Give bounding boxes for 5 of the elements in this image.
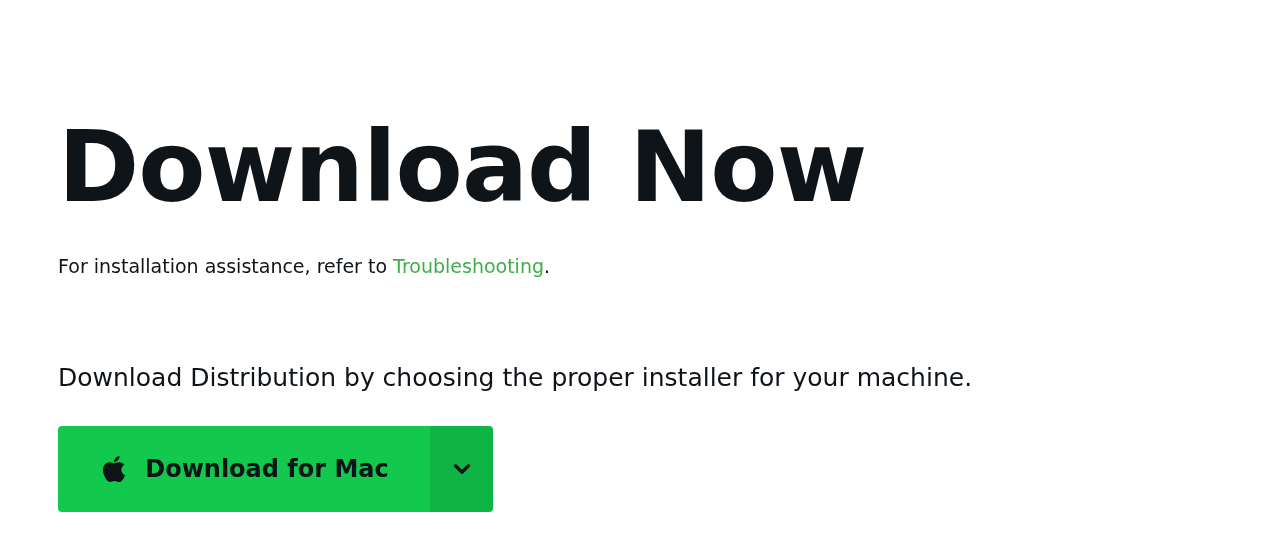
page-heading: Download Now <box>58 112 867 222</box>
download-button[interactable]: Download for Mac <box>58 426 430 512</box>
intro-text: Download Distribution by choosing the proper installer for your machine. <box>58 361 973 394</box>
installation-note: For installation assistance, refer to Troubleshooting. <box>58 254 551 279</box>
dropdown-button[interactable] <box>430 426 493 512</box>
